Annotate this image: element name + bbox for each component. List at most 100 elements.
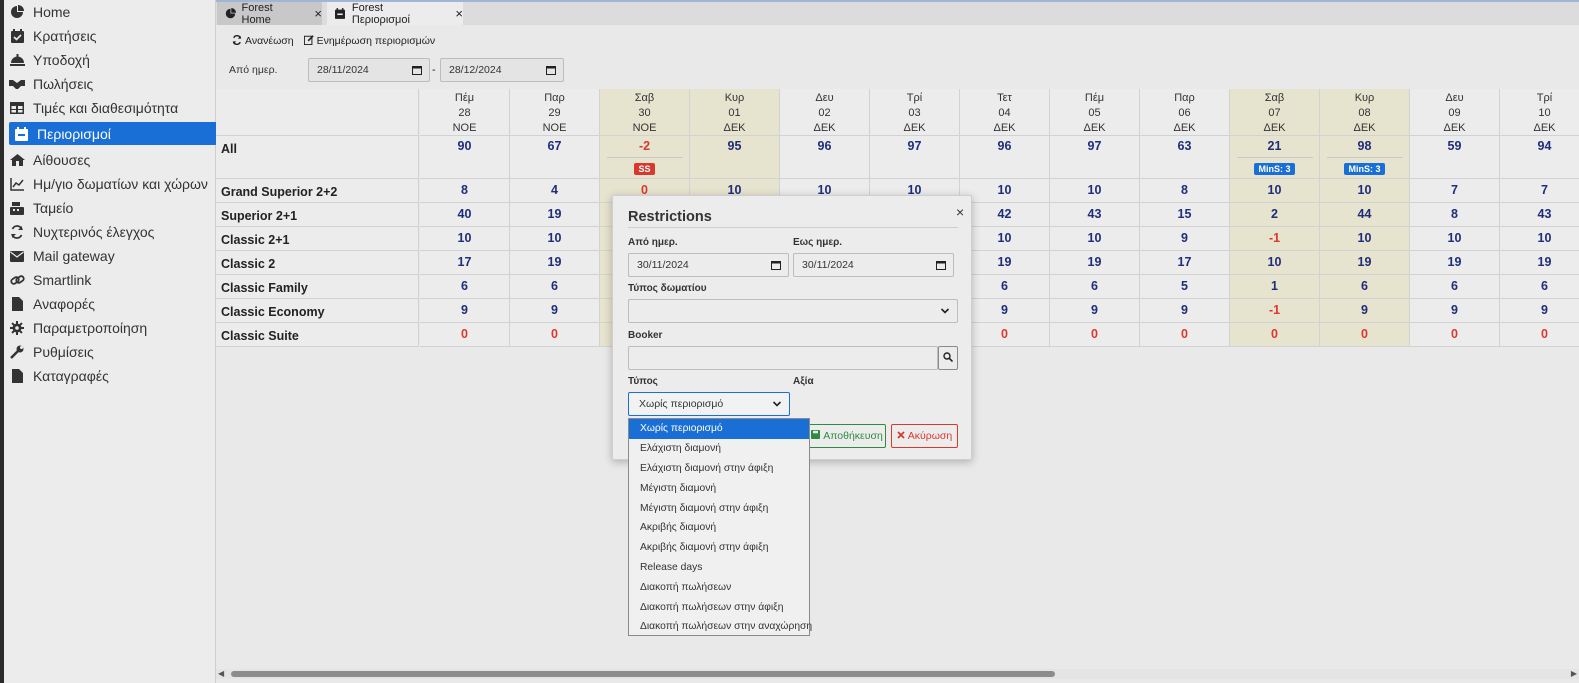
availability-cell[interactable]: 67 (510, 136, 600, 179)
availability-cell[interactable]: 19 (510, 203, 600, 227)
availability-cell[interactable]: 40 (420, 203, 510, 227)
availability-cell[interactable]: 96 (780, 136, 870, 179)
availability-cell[interactable]: 19 (1320, 251, 1410, 275)
type-option[interactable]: Μέγιστη διαμονή στην άφιξη (629, 498, 809, 518)
availability-cell[interactable]: 8 (420, 179, 510, 203)
availability-cell[interactable]: 9 (960, 299, 1050, 323)
availability-cell[interactable]: 6 (420, 275, 510, 299)
availability-cell[interactable]: 0 (1320, 323, 1410, 347)
availability-cell[interactable]: 10 (1320, 227, 1410, 251)
room-type-select[interactable] (628, 299, 958, 323)
close-icon[interactable]: × (455, 6, 463, 21)
availability-cell[interactable]: 19 (1050, 251, 1140, 275)
availability-cell[interactable]: 6 (960, 275, 1050, 299)
availability-cell[interactable]: 17 (420, 251, 510, 275)
sidebar-item-halls[interactable]: Αίθουσες (9, 148, 217, 172)
to-date-input[interactable]: 28/12/2024 (440, 58, 564, 82)
booker-search-button[interactable] (938, 346, 958, 370)
availability-cell[interactable]: 6 (1050, 275, 1140, 299)
sidebar-item-reception[interactable]: Υποδοχή (9, 48, 217, 72)
availability-cell[interactable]: 10 (960, 227, 1050, 251)
availability-cell[interactable]: 1 (1230, 275, 1320, 299)
availability-cell[interactable]: 10 (420, 227, 510, 251)
availability-cell[interactable]: 6 (1500, 275, 1579, 299)
availability-cell[interactable]: 59 (1410, 136, 1500, 179)
availability-cell[interactable]: -1 (1230, 299, 1320, 323)
availability-cell[interactable]: 10 (510, 227, 600, 251)
type-option[interactable]: Διακοπή πωλήσεων στην αναχώρηση (629, 617, 812, 637)
availability-cell[interactable]: 43 (1050, 203, 1140, 227)
availability-cell[interactable]: 21 MinS: 3 (1230, 136, 1320, 179)
availability-cell[interactable]: 43 (1500, 203, 1579, 227)
scroll-left-icon[interactable]: ◀ (218, 669, 224, 678)
availability-cell[interactable]: 10 (1410, 227, 1500, 251)
availability-cell[interactable]: 19 (960, 251, 1050, 275)
calendar-icon[interactable] (771, 260, 781, 273)
sidebar-item-bookings[interactable]: Κρατήσεις (9, 24, 217, 48)
availability-cell[interactable]: 9 (510, 299, 600, 323)
sidebar-item-sales[interactable]: Πωλήσεις (9, 72, 217, 96)
availability-cell[interactable]: 19 (510, 251, 600, 275)
availability-cell[interactable]: 9 (1050, 299, 1140, 323)
type-option[interactable]: Ακριβής διαμονή (629, 518, 809, 538)
availability-cell[interactable]: 6 (510, 275, 600, 299)
type-option[interactable]: Ελάχιστη διαμονή (629, 439, 809, 459)
availability-cell[interactable]: 97 (870, 136, 960, 179)
availability-cell[interactable]: 19 (1410, 251, 1500, 275)
availability-cell[interactable]: 94 (1500, 136, 1579, 179)
sidebar-item-logs[interactable]: Καταγραφές (9, 364, 217, 388)
close-icon[interactable]: × (314, 6, 322, 21)
type-option[interactable]: Χωρίς περιορισμό (629, 419, 809, 439)
availability-cell[interactable]: 8 (1410, 203, 1500, 227)
scroll-right-icon[interactable]: ▶ (1571, 669, 1577, 678)
availability-cell[interactable]: 98 MinS: 3 (1320, 136, 1410, 179)
type-option[interactable]: Ακριβής διαμονή στην άφιξη (629, 538, 809, 558)
type-option[interactable]: Διακοπή πωλήσεων στην άφιξη (629, 597, 809, 617)
availability-cell[interactable]: 44 (1320, 203, 1410, 227)
availability-cell[interactable]: 0 (420, 323, 510, 347)
availability-cell[interactable]: 8 (1140, 179, 1230, 203)
calendar-icon[interactable] (936, 260, 946, 273)
availability-cell[interactable]: 42 (960, 203, 1050, 227)
availability-cell[interactable]: 63 (1140, 136, 1230, 179)
modal-to-date-input[interactable]: 30/11/2024 (793, 253, 954, 277)
type-option[interactable]: Μέγιστη διαμονή (629, 478, 809, 498)
sidebar-item-mail-gateway[interactable]: Mail gateway (9, 244, 217, 268)
availability-cell[interactable]: 9 (1140, 227, 1230, 251)
refresh-button[interactable]: Ανανέωση (232, 34, 294, 48)
availability-cell[interactable]: 10 (960, 179, 1050, 203)
availability-cell[interactable]: 97 (1050, 136, 1140, 179)
sidebar-item-settings[interactable]: Ρυθμίσεις (9, 340, 217, 364)
sidebar-item-smartlink[interactable]: Smartlink (9, 268, 217, 292)
availability-cell[interactable]: 7 (1500, 179, 1579, 203)
sidebar-item-restrictions[interactable]: Περιορισμοί (9, 122, 217, 145)
tab-forest-home[interactable]: Forest Home × (217, 2, 322, 26)
availability-cell[interactable]: 7 (1410, 179, 1500, 203)
availability-cell[interactable]: 17 (1140, 251, 1230, 275)
availability-cell[interactable]: 0 (1230, 323, 1320, 347)
availability-cell[interactable]: 6 (1320, 275, 1410, 299)
availability-cell[interactable]: 10 (1500, 227, 1579, 251)
availability-cell[interactable]: 9 (1140, 299, 1230, 323)
availability-cell[interactable]: 15 (1140, 203, 1230, 227)
availability-cell[interactable]: 96 (960, 136, 1050, 179)
availability-cell[interactable]: 9 (1320, 299, 1410, 323)
scrollbar-thumb[interactable] (231, 671, 1055, 677)
availability-cell[interactable]: 10 (1050, 227, 1140, 251)
availability-cell[interactable]: 0 (510, 323, 600, 347)
sidebar-item-configuration[interactable]: Παραμετροποίηση (9, 316, 217, 340)
tab-forest-restrictions[interactable]: Forest Περιορισμοί × (327, 2, 463, 26)
horizontal-scrollbar[interactable]: ◀ ▶ (216, 669, 1579, 679)
availability-cell[interactable]: 9 (1410, 299, 1500, 323)
availability-cell[interactable]: 9 (1500, 299, 1579, 323)
availability-cell[interactable]: -2 SS (600, 136, 690, 179)
booker-input[interactable] (628, 346, 938, 370)
update-restrictions-button[interactable]: Ενημέρωση περιορισμών (303, 34, 435, 48)
availability-cell[interactable]: 10 (1230, 251, 1320, 275)
sidebar-item-rates[interactable]: Τιμές και διαθεσιμότητα (9, 96, 217, 120)
availability-cell[interactable]: 95 (690, 136, 780, 179)
availability-cell[interactable]: 6 (1410, 275, 1500, 299)
availability-cell[interactable]: 90 (420, 136, 510, 179)
sidebar-item-reports[interactable]: Αναφορές (9, 292, 217, 316)
calendar-icon[interactable] (546, 65, 556, 78)
